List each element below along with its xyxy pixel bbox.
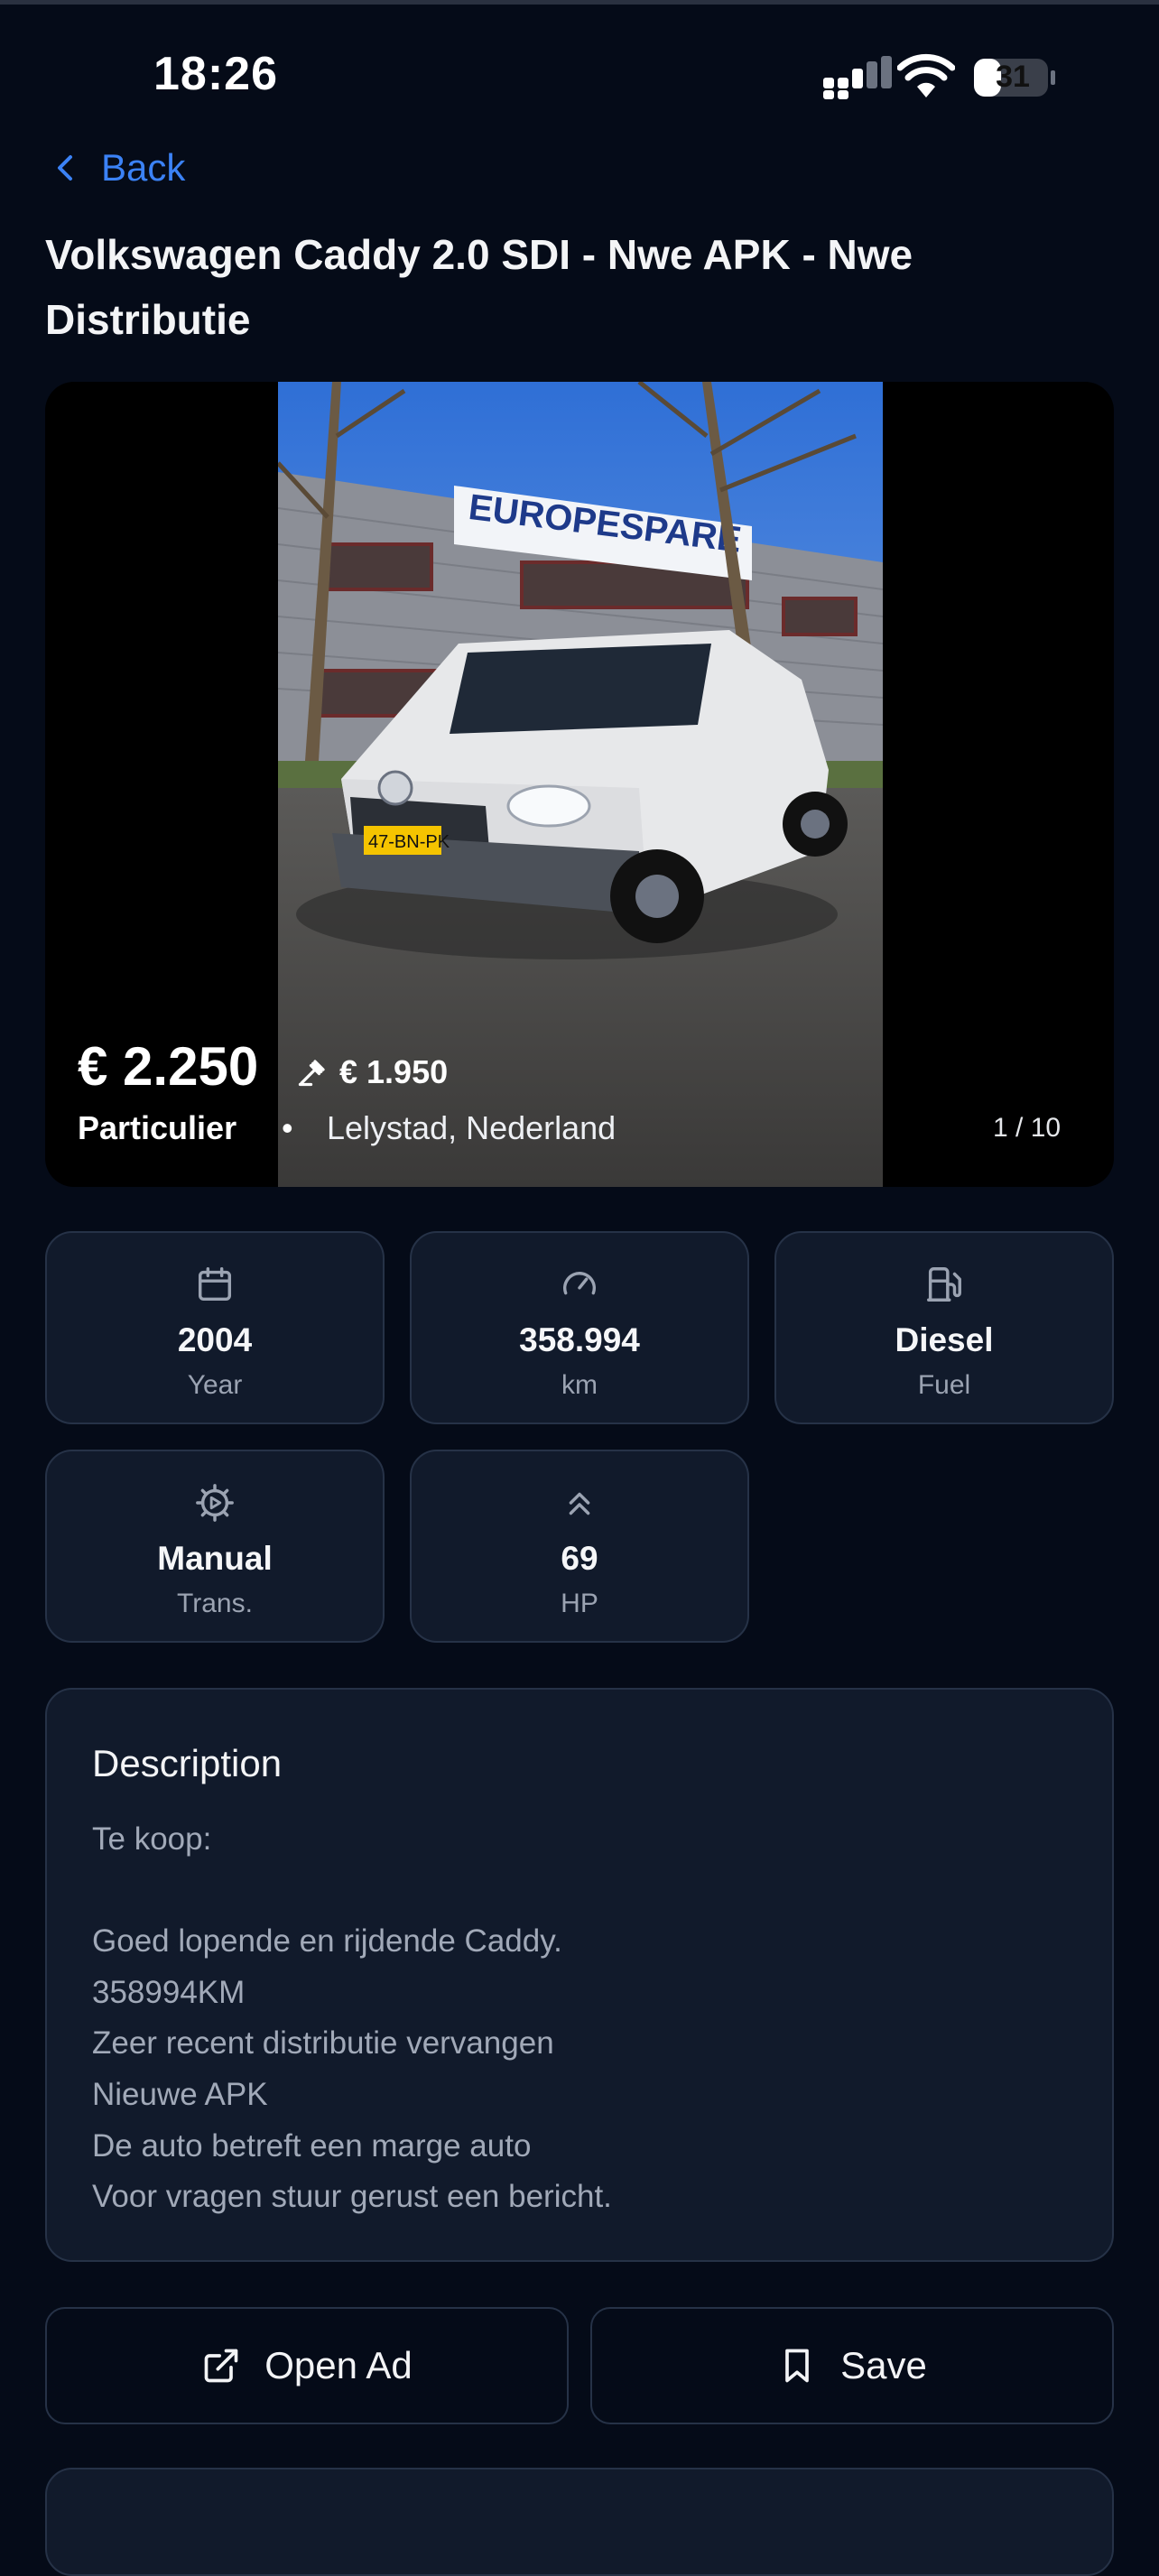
chevron-left-icon — [58, 155, 72, 181]
spec-card-mileage: 358.994 km — [410, 1231, 749, 1424]
status-time: 18:26 — [153, 48, 278, 100]
open-ad-label: Open Ad — [264, 2344, 413, 2386]
description-text: Te koop: Goed lopende en rijdende Caddy.… — [92, 1821, 612, 2215]
save-label: Save — [840, 2344, 927, 2386]
spec-label: Year — [187, 1370, 243, 1400]
photo-plate-text: 47-BN-PK — [368, 832, 450, 852]
listing-price: € 2.250 — [78, 1036, 259, 1097]
speedometer-icon — [563, 1272, 596, 1295]
description-heading: Description — [92, 1742, 283, 1784]
spec-card-transmission: Manual Trans. — [45, 1450, 385, 1643]
chevrons-up-icon — [569, 1492, 590, 1515]
listing-title: Volkswagen Caddy 2.0 SDI - Nwe APK - Nwe… — [45, 231, 913, 343]
open-ad-button[interactable]: Open Ad — [45, 2307, 569, 2424]
back-button[interactable]: Back — [52, 146, 185, 190]
next-section-card — [45, 2468, 1114, 2576]
bookmark-icon — [785, 2349, 809, 2383]
cellular-signal-icon — [823, 56, 892, 99]
spec-value: 358.994 — [519, 1321, 640, 1358]
listing-location: Lelystad, Nederland — [327, 1109, 617, 1146]
save-button[interactable]: Save — [590, 2307, 1114, 2424]
spec-value: Manual — [157, 1540, 273, 1577]
spec-label: km — [561, 1370, 598, 1400]
photo-counter: 1 / 10 — [993, 1113, 1062, 1143]
status-bar: 18:26 31 — [0, 0, 1159, 135]
back-label: Back — [101, 146, 186, 189]
spec-label: HP — [561, 1589, 598, 1618]
spec-card-fuel: Diesel Fuel — [774, 1231, 1114, 1424]
gavel-icon — [298, 1060, 325, 1087]
meta-separator: • — [282, 1109, 293, 1146]
spec-value: 2004 — [177, 1321, 253, 1358]
current-bid: € 1.950 — [296, 1053, 448, 1091]
calendar-icon — [198, 1267, 232, 1302]
external-link-icon — [204, 2349, 238, 2383]
wifi-icon — [897, 53, 955, 97]
battery-level: 31 — [996, 60, 1030, 94]
description-card: Description Te koop: Goed lopende en rij… — [45, 1688, 1114, 2262]
gear-icon — [196, 1484, 234, 1522]
seller-type: Particulier — [78, 1109, 237, 1146]
spec-label: Trans. — [177, 1589, 253, 1618]
spec-card-horsepower: 69 HP — [410, 1450, 749, 1643]
photo-gallery[interactable]: EUROPESPARE 47-BN-PK € 2.250 € 1.950 Par… — [45, 382, 1114, 1187]
spec-label: Fuel — [917, 1370, 971, 1400]
spec-value: Diesel — [895, 1321, 994, 1358]
spec-card-year: 2004 Year — [45, 1231, 385, 1424]
bid-amount: € 1.950 — [339, 1053, 449, 1090]
fuel-pump-icon — [927, 1267, 961, 1302]
spec-value: 69 — [561, 1540, 598, 1577]
